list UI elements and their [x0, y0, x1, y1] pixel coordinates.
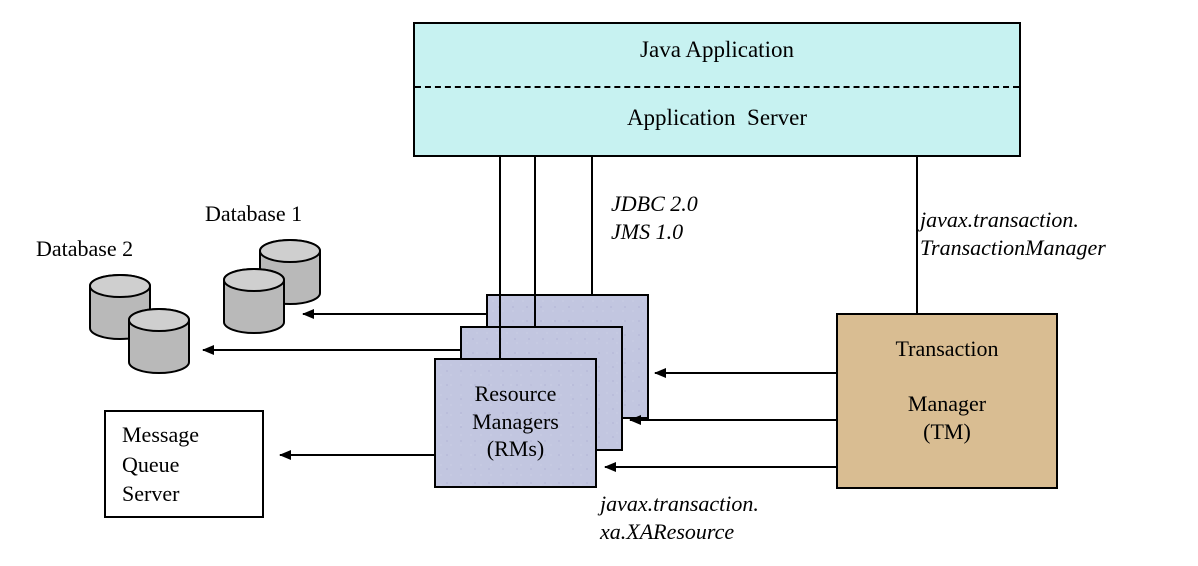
resource-managers-label: Resource Managers (RMs) — [436, 380, 595, 463]
app-box-divider — [415, 86, 1019, 88]
transaction-manager-label: Transaction Manager (TM) — [838, 335, 1056, 445]
message-queue-server-box: Message Queue Server — [104, 410, 264, 518]
message-queue-server-label: Message Queue Server — [122, 420, 246, 509]
application-server-label: Application Server — [415, 104, 1019, 133]
app-container-box: Java Application Application Server — [413, 22, 1021, 157]
transaction-manager-box: Transaction Manager (TM) — [836, 313, 1058, 489]
xa-resource-label: javax.transaction. xa.XAResource — [600, 490, 759, 545]
database-1-label: Database 1 — [205, 200, 302, 228]
java-application-label: Java Application — [415, 36, 1019, 65]
resource-managers-box-1: Resource Managers (RMs) — [434, 358, 597, 488]
transaction-manager-api-label: javax.transaction. TransactionManager — [920, 206, 1106, 261]
database-2-cylinder-front — [126, 307, 192, 382]
database-2-label: Database 2 — [36, 235, 133, 263]
database-1-cylinder-front — [221, 267, 287, 342]
diagram-root: Java Application Application Server JDBC… — [0, 0, 1198, 566]
jdbc-jms-label: JDBC 2.0 JMS 1.0 — [611, 190, 698, 245]
